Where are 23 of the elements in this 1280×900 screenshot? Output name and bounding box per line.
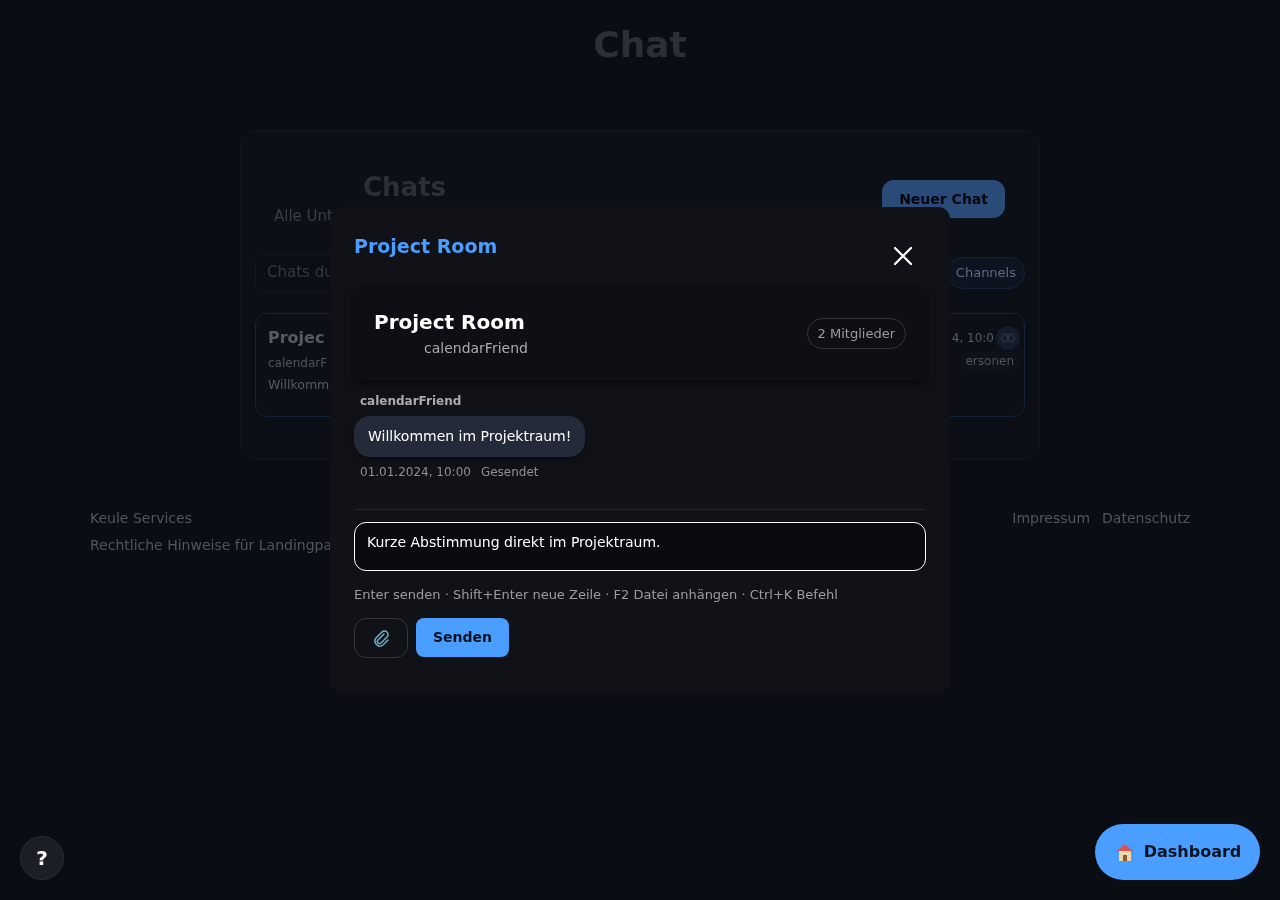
message-time: 01.01.2024, 10:00: [360, 464, 471, 481]
chat-sender: calendarF: [268, 354, 329, 372]
message-status: Gesendet: [480, 464, 539, 481]
attach-button[interactable]: [354, 617, 408, 658]
footer-brand: Keule Services: [90, 509, 193, 528]
room-name: Project Room: [374, 309, 526, 336]
footer-legal-text: Rechtliche Hinweise für Landingpa: [90, 536, 333, 555]
help-button[interactable]: ?: [20, 836, 64, 880]
members-badge: ersonen: [959, 351, 1020, 370]
paperclip-icon: [371, 627, 391, 648]
close-button[interactable]: [892, 245, 914, 267]
chat-preview: Willkomm: [268, 375, 330, 394]
send-button[interactable]: Senden: [416, 617, 510, 657]
chat-time: 4, 10:0: [951, 329, 994, 347]
keyboard-hint: Enter senden · Shift+Enter neue Zeile · F2 Datei anhängen · Ctrl+K Befehl: [354, 586, 839, 604]
group-icon: [996, 325, 1020, 350]
message-bubble: Willkommen im Projektraum!: [354, 416, 586, 457]
dashboard-button[interactable]: Dashboard: [1095, 824, 1260, 880]
dialog-title: Project Room: [354, 234, 498, 259]
message-sender: calendarFriend: [359, 393, 462, 410]
message-input[interactable]: Kurze Abstimmung direkt im Projektraum.: [354, 522, 926, 571]
room-owner: calendarFriend: [423, 339, 528, 358]
chat-title: Projec: [268, 326, 326, 349]
